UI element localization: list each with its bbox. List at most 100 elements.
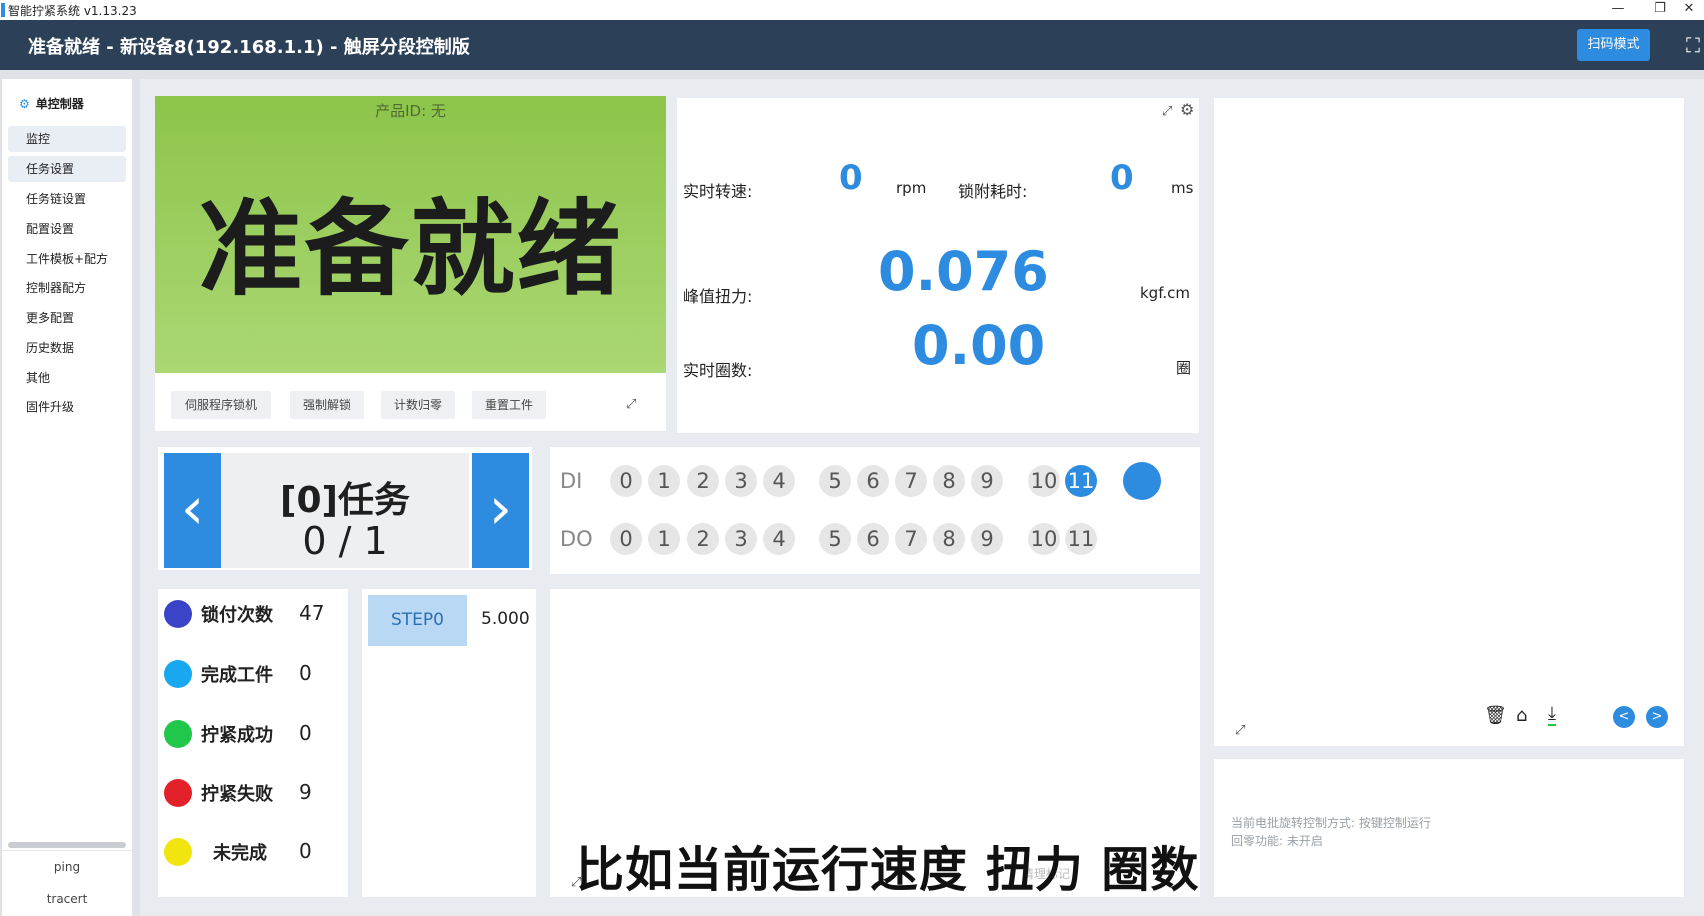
do-indicator: 0 <box>610 523 642 555</box>
prev-task-button[interactable]: ‹ <box>164 453 221 568</box>
speed-label: 实时转速: <box>683 182 753 201</box>
count-reset-button[interactable]: 计数归零 <box>381 391 455 419</box>
sidebar-item-workpiece-template[interactable]: 工件模板+配方 <box>8 246 126 272</box>
di-indicator: 2 <box>687 465 719 497</box>
speed-unit: rpm <box>896 179 927 197</box>
sidebar-item-more-config[interactable]: 更多配置 <box>8 305 126 331</box>
lock-time-label: 锁附耗时: <box>958 182 1028 201</box>
counter-value: 47 <box>299 601 325 625</box>
basket-icon[interactable]: ⌂ <box>1516 705 1527 726</box>
next-task-button[interactable]: › <box>472 453 529 568</box>
sidebar-heading: ⚙ 单控制器 <box>19 95 84 112</box>
di-indicator: 3 <box>725 465 757 497</box>
status-dot <box>164 600 192 628</box>
task-name: [0]任务 <box>280 480 410 521</box>
servo-lock-button[interactable]: 伺服程序锁机 <box>171 391 271 419</box>
app-icon <box>1 3 5 17</box>
step-value: 5.000 <box>481 609 530 629</box>
task-panel: ‹ [0]任务 0 / 1 › <box>158 447 532 570</box>
close-button[interactable]: ✕ <box>1674 0 1704 20</box>
app-header: 准备就绪 - 新设备8(192.168.1.1) - 触屏分段控制版 扫码模式 … <box>0 20 1704 70</box>
di-indicator: 8 <box>933 465 965 497</box>
sidebar-item-other[interactable]: 其他 <box>8 365 126 391</box>
zero-return-text: 回零功能: 未开启 <box>1231 834 1323 848</box>
counter-label: 锁付次数 <box>201 605 273 626</box>
di-indicator: 10 <box>1028 465 1060 497</box>
do-indicator: 1 <box>648 523 680 555</box>
counter-label: 未完成 <box>213 843 267 864</box>
counter-label: 完成工件 <box>201 665 273 686</box>
do-indicator: 8 <box>933 523 965 555</box>
do-indicator: 2 <box>687 523 719 555</box>
expand-icon[interactable]: ⤢ <box>626 397 636 412</box>
turns-value: 0.00 <box>912 314 1046 377</box>
di-indicator: 6 <box>857 465 889 497</box>
turns-label: 实时圈数: <box>683 361 753 380</box>
di-indicator: 7 <box>895 465 927 497</box>
do-label: DO <box>560 527 593 551</box>
task-progress: 0 / 1 <box>302 519 388 563</box>
sidebar: ⚙ 单控制器 监控 任务设置 任务链设置 配置设置 工件模板+配方 控制器配方 更… <box>2 79 132 916</box>
di-indicator <box>1123 462 1161 500</box>
product-id: 产品ID: 无 <box>375 102 446 120</box>
action-bar: 伺服程序锁机 强制解锁 计数归零 重置工件 ⤢ <box>155 373 666 431</box>
di-indicator: 9 <box>971 465 1003 497</box>
expand-icon[interactable]: ⤢ <box>1162 104 1172 119</box>
page-title: 准备就绪 - 新设备8(192.168.1.1) - 触屏分段控制版 <box>28 37 470 58</box>
curve-chart-panel: ⤢ 🗑 ⌂ ⤓ < > <box>1214 98 1684 746</box>
status-panel: 产品ID: 无 准备就绪 <box>155 96 666 373</box>
di-indicator: 4 <box>763 465 795 497</box>
do-indicator: 7 <box>895 523 927 555</box>
info-panel: 当前电批旋转控制方式: 按键控制运行 回零功能: 未开启 <box>1214 759 1684 897</box>
chart-next-button[interactable]: > <box>1646 706 1668 728</box>
sidebar-item-task-chain[interactable]: 任务链设置 <box>8 186 126 212</box>
sidebar-item-firmware[interactable]: 固件升级 <box>8 394 126 420</box>
do-indicator: 11 <box>1065 523 1097 555</box>
sidebar-divider <box>2 850 132 851</box>
di-indicator: 1 <box>648 465 680 497</box>
counter-value: 0 <box>299 721 312 745</box>
di-indicator: 11 <box>1065 465 1097 497</box>
tracert-button[interactable]: tracert <box>2 892 132 906</box>
window-title-bar: 智能拧紧系统 v1.13.23 — ❐ ✕ <box>0 0 1704 20</box>
status-dot <box>164 838 192 866</box>
sidebar-item-task-settings[interactable]: 任务设置 <box>8 156 126 182</box>
ping-button[interactable]: ping <box>2 860 132 874</box>
settings-sliders-icon[interactable]: ⚙ <box>1180 100 1194 119</box>
di-label: DI <box>560 469 583 493</box>
status-dot <box>164 660 192 688</box>
step-button[interactable]: STEP0 <box>368 595 467 646</box>
sidebar-item-history[interactable]: 历史数据 <box>8 335 126 361</box>
expand-icon[interactable]: ⤢ <box>1235 723 1245 738</box>
speed-value: 0 <box>839 158 863 198</box>
minimize-button[interactable]: — <box>1598 0 1638 20</box>
sidebar-item-controller-recipe[interactable]: 控制器配方 <box>8 275 126 301</box>
delete-icon[interactable]: 🗑 <box>1484 705 1507 726</box>
di-indicator: 5 <box>819 465 851 497</box>
steps-panel: STEP0 5.000 <box>362 589 536 897</box>
scan-mode-button[interactable]: 扫码模式 <box>1577 29 1650 61</box>
reset-workpiece-button[interactable]: 重置工件 <box>472 391 546 419</box>
sidebar-item-config[interactable]: 配置设置 <box>8 216 126 242</box>
video-subtitle: 比如当前运行速度 扭力 圈数 <box>576 842 1200 898</box>
counter-label: 拧紧失败 <box>201 784 273 805</box>
fullscreen-icon[interactable]: ⛶ <box>1686 32 1704 58</box>
sliders-icon: ⚙ <box>19 97 30 111</box>
counter-value: 0 <box>299 661 312 685</box>
counter-value: 0 <box>299 839 312 863</box>
chart-prev-button[interactable]: < <box>1613 706 1635 728</box>
turns-unit: 圈 <box>1176 359 1192 377</box>
lock-time-unit: ms <box>1171 179 1194 197</box>
status-dot <box>164 720 192 748</box>
do-indicator: 9 <box>971 523 1003 555</box>
sidebar-item-monitor[interactable]: 监控 <box>8 126 126 152</box>
force-unlock-button[interactable]: 强制解锁 <box>290 391 364 419</box>
download-icon[interactable]: ⤓ <box>1548 703 1556 726</box>
counter-label: 拧紧成功 <box>201 725 273 746</box>
counters-panel: 锁付次数 47 完成工件 0 拧紧成功 0 拧紧失败 9 未完成 0 <box>158 589 348 897</box>
torque-unit: kgf.cm <box>1140 284 1191 302</box>
status-dot <box>164 779 192 807</box>
sidebar-scrollbar[interactable] <box>8 842 126 848</box>
task-display: [0]任务 0 / 1 <box>221 453 469 568</box>
status-text: 准备就绪 <box>198 188 623 310</box>
